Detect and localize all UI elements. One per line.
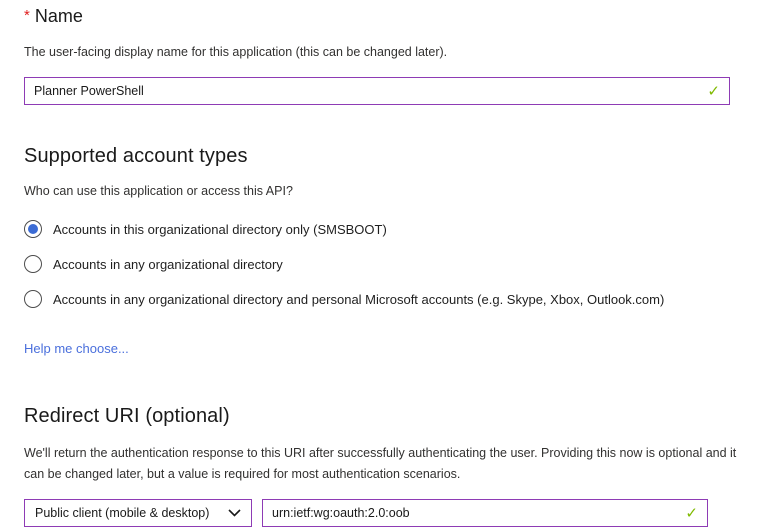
redirect-uri-section: Redirect URI (optional) We'll return the… bbox=[24, 405, 744, 527]
name-section: * Name The user-facing display name for … bbox=[24, 6, 744, 105]
radio-option-label: Accounts in this organizational director… bbox=[53, 222, 387, 237]
redirect-uri-heading: Redirect URI (optional) bbox=[24, 405, 744, 428]
app-registration-form: * Name The user-facing display name for … bbox=[0, 0, 768, 527]
radio-button-icon[interactable] bbox=[24, 220, 42, 238]
help-me-choose-link[interactable]: Help me choose... bbox=[24, 341, 129, 356]
radio-button-icon[interactable] bbox=[24, 290, 42, 308]
valid-check-icon: ✓ bbox=[685, 506, 698, 521]
radio-option-any-org-and-personal[interactable]: Accounts in any organizational directory… bbox=[24, 289, 744, 309]
name-input[interactable]: Planner PowerShell ✓ bbox=[24, 77, 730, 105]
account-types-radio-group: Accounts in this organizational director… bbox=[24, 219, 744, 309]
redirect-uri-description: We'll return the authentication response… bbox=[24, 443, 740, 485]
name-description: The user-facing display name for this ap… bbox=[24, 42, 744, 63]
supported-account-types-heading: Supported account types bbox=[24, 145, 744, 168]
valid-check-icon: ✓ bbox=[707, 84, 720, 99]
redirect-uri-controls: Public client (mobile & desktop) urn:iet… bbox=[24, 499, 744, 527]
radio-button-icon[interactable] bbox=[24, 255, 42, 273]
radio-option-label: Accounts in any organizational directory… bbox=[53, 292, 664, 307]
radio-option-this-directory-only[interactable]: Accounts in this organizational director… bbox=[24, 219, 744, 239]
name-label-text: Name bbox=[35, 6, 83, 27]
supported-account-types-section: Supported account types Who can use this… bbox=[24, 145, 744, 358]
redirect-type-dropdown[interactable]: Public client (mobile & desktop) bbox=[24, 499, 252, 527]
account-types-question: Who can use this application or access t… bbox=[24, 184, 744, 198]
required-asterisk: * bbox=[24, 7, 30, 24]
radio-option-label: Accounts in any organizational directory bbox=[53, 257, 283, 272]
redirect-uri-input[interactable]: urn:ietf:wg:oauth:2.0:oob ✓ bbox=[262, 499, 708, 527]
redirect-type-selected-value: Public client (mobile & desktop) bbox=[35, 506, 209, 520]
radio-option-any-org-directory[interactable]: Accounts in any organizational directory bbox=[24, 254, 744, 274]
name-input-value: Planner PowerShell bbox=[34, 84, 144, 98]
name-field-label: * Name bbox=[24, 6, 744, 27]
redirect-uri-value: urn:ietf:wg:oauth:2.0:oob bbox=[272, 506, 410, 520]
